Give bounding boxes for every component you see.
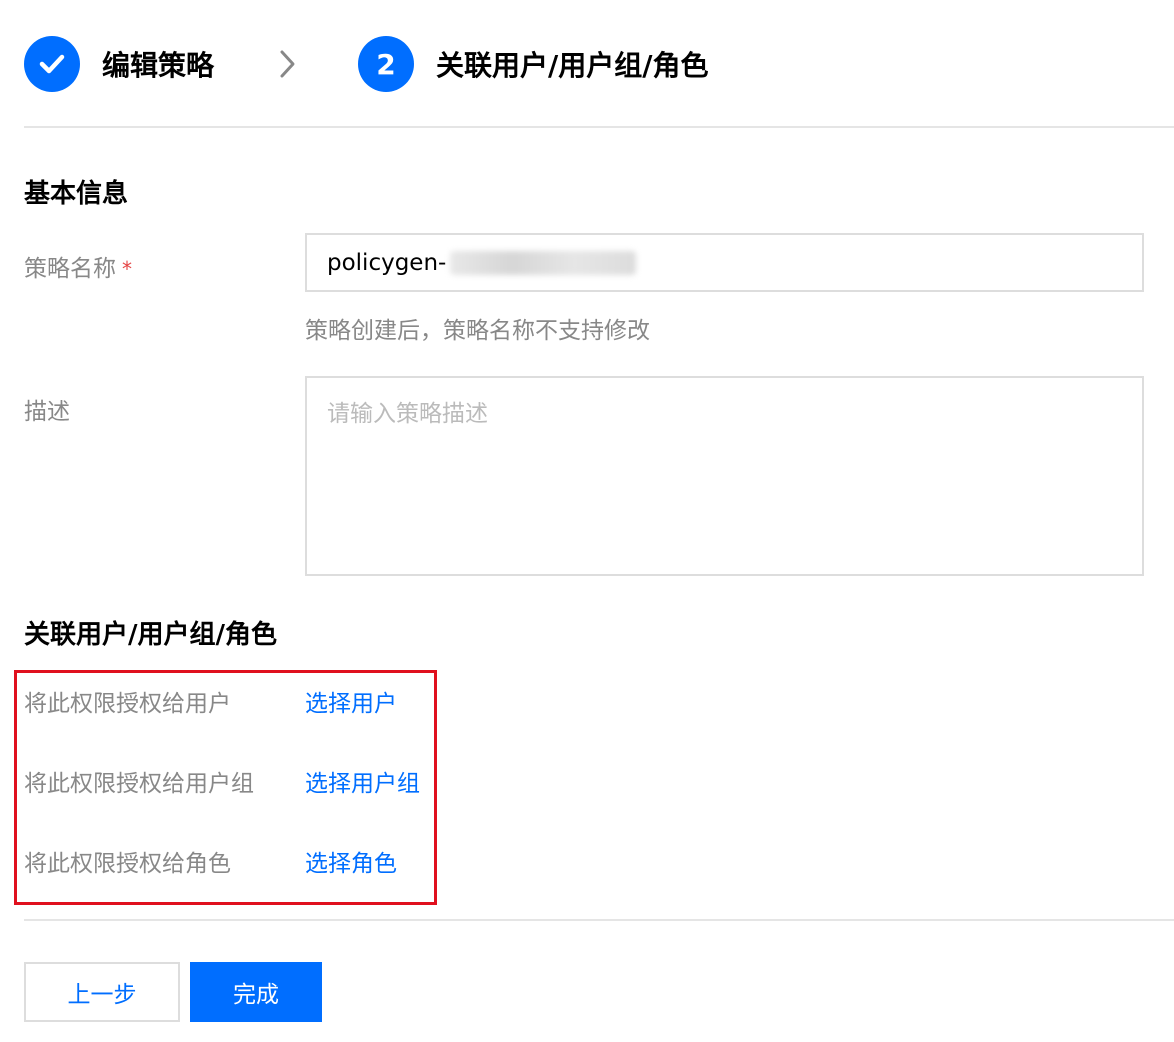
step2-label: 关联用户/用户组/角色 [436,49,709,82]
policy-name-value: policygen- [327,249,447,276]
wizard-steps: 编辑策略 2 关联用户/用户组/角色 [24,36,708,92]
assoc-row-group: 将此权限授权给用户组 选择用户组 [24,761,420,801]
description-label: 描述 [24,399,70,425]
step2-number-badge: 2 [358,36,415,92]
policy-name-label-text: 策略名称 [24,256,116,282]
step1-check-icon [24,36,80,92]
assoc-user-label: 将此权限授权给用户 [24,691,231,717]
policy-wizard-page: 编辑策略 2 关联用户/用户组/角色 基本信息 策略名称 * policygen-… [0,0,1174,1042]
footer-divider [24,919,1174,921]
assoc-row-role: 将此权限授权给角色 选择角色 [24,841,397,881]
assoc-group-label: 将此权限授权给用户组 [24,771,254,797]
select-user-link[interactable]: 选择用户 [305,684,397,718]
description-textarea[interactable]: 请输入策略描述 [305,376,1144,576]
prev-step-button[interactable]: 上一步 [24,962,180,1022]
policy-name-hint: 策略创建后，策略名称不支持修改 [305,318,650,344]
association-title: 关联用户/用户组/角色 [24,620,277,650]
basic-info-title: 基本信息 [24,179,129,209]
assoc-row-user: 将此权限授权给用户 选择用户 [24,681,397,721]
assoc-role-label: 将此权限授权给角色 [24,851,231,877]
required-mark: * [122,257,132,281]
done-button[interactable]: 完成 [190,962,322,1022]
redacted-value [450,250,637,275]
step1-label: 编辑策略 [102,49,215,82]
chevron-right-icon [278,49,298,79]
policy-name-label: 策略名称 * [24,249,132,283]
select-role-link[interactable]: 选择角色 [305,844,397,878]
header-divider [24,126,1174,128]
policy-name-input[interactable]: policygen- [305,233,1144,292]
select-group-link[interactable]: 选择用户组 [305,764,420,798]
